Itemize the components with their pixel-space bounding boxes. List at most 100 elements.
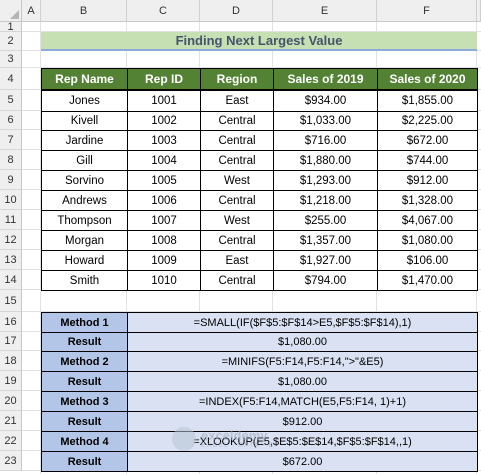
column-header[interactable]: A: [22, 0, 41, 22]
row-header[interactable]: 3: [0, 51, 22, 68]
table-cell[interactable]: 1005: [127, 170, 201, 191]
table-cell[interactable]: 1001: [127, 90, 201, 112]
formula-value[interactable]: =INDEX(F5:F14,MATCH(E5,F5:F14, 1)+1): [127, 391, 478, 412]
table-cell[interactable]: Jones: [41, 90, 128, 112]
row-header[interactable]: 12: [0, 230, 22, 250]
table-cell[interactable]: Jardine: [41, 130, 128, 151]
table-cell[interactable]: Smith: [41, 270, 128, 291]
result-label[interactable]: Result: [41, 411, 128, 432]
table-cell[interactable]: $255.00: [273, 210, 378, 231]
spreadsheet[interactable]: ABCDEF 1 2 3 4 5 6 7 8 9 10 11 12 13 14 15 16 17 18 19 20 21…: [0, 0, 481, 474]
table-header-cell[interactable]: Region: [200, 68, 274, 90]
table-cell[interactable]: 1003: [127, 130, 201, 151]
table-cell[interactable]: Central: [200, 111, 274, 131]
result-label[interactable]: Result: [41, 451, 128, 472]
row-header[interactable]: 13: [0, 250, 22, 270]
table-cell[interactable]: $716.00: [273, 130, 378, 151]
result-value[interactable]: $1,080.00: [127, 332, 478, 352]
table-cell[interactable]: $1,293.00: [273, 170, 378, 191]
table-cell[interactable]: 1002: [127, 111, 201, 131]
table-cell[interactable]: $1,357.00: [273, 230, 378, 251]
table-cell[interactable]: East: [200, 250, 274, 271]
table-cell[interactable]: Sorvino: [41, 170, 128, 191]
table-header-cell[interactable]: Rep ID: [127, 68, 201, 90]
row-header[interactable]: 19: [0, 371, 22, 391]
table-cell[interactable]: 1009: [127, 250, 201, 271]
table-cell[interactable]: $934.00: [273, 90, 378, 112]
row-header[interactable]: 9: [0, 170, 22, 190]
row-header[interactable]: 17: [0, 332, 22, 351]
table-cell[interactable]: $1,328.00: [377, 190, 478, 211]
table-cell[interactable]: Central: [200, 150, 274, 171]
table-cell[interactable]: $912.00: [377, 170, 478, 191]
table-cell[interactable]: West: [200, 210, 274, 231]
row-header[interactable]: 6: [0, 111, 22, 130]
row-header[interactable]: 22: [0, 431, 22, 451]
table-cell[interactable]: $1,855.00: [377, 90, 478, 112]
method-label[interactable]: Method 1: [41, 312, 128, 333]
column-header[interactable]: F: [377, 0, 477, 22]
column-header[interactable]: B: [41, 0, 127, 22]
row-header[interactable]: 10: [0, 190, 22, 210]
result-value[interactable]: $912.00: [127, 411, 478, 432]
method-label[interactable]: Method 4: [41, 431, 128, 452]
result-value[interactable]: $1,080.00: [127, 371, 478, 392]
table-header-cell[interactable]: Sales of 2019: [273, 68, 378, 90]
row-header[interactable]: 18: [0, 351, 22, 371]
table-cell[interactable]: Gill: [41, 150, 128, 171]
table-cell[interactable]: Thompson: [41, 210, 128, 231]
table-cell[interactable]: $106.00: [377, 250, 478, 271]
column-header[interactable]: E: [273, 0, 377, 22]
table-cell[interactable]: Central: [200, 230, 274, 251]
table-cell[interactable]: $1,880.00: [273, 150, 378, 171]
table-cell[interactable]: $794.00: [273, 270, 378, 291]
table-cell[interactable]: $1,470.00: [377, 270, 478, 291]
table-cell[interactable]: $1,033.00: [273, 111, 378, 131]
table-cell[interactable]: Andrews: [41, 190, 128, 211]
formula-value[interactable]: =XLOOKUP(E5,$E$5:$E$14,$F$5:$F$14,,1): [127, 431, 478, 452]
row-header[interactable]: 8: [0, 150, 22, 170]
select-all-corner[interactable]: [0, 0, 22, 22]
table-header-cell[interactable]: Rep Name: [41, 68, 128, 90]
column-header[interactable]: D: [200, 0, 273, 22]
method-label[interactable]: Method 3: [41, 391, 128, 412]
table-cell[interactable]: $4,067.00: [377, 210, 478, 231]
row-header[interactable]: 15: [0, 290, 22, 312]
result-label[interactable]: Result: [41, 332, 128, 352]
row-header[interactable]: 5: [0, 90, 22, 111]
table-cell[interactable]: $672.00: [377, 130, 478, 151]
row-header[interactable]: 23: [0, 451, 22, 471]
table-cell[interactable]: Central: [200, 130, 274, 151]
row-header[interactable]: 21: [0, 411, 22, 431]
table-cell[interactable]: $1,080.00: [377, 230, 478, 251]
table-cell[interactable]: $1,218.00: [273, 190, 378, 211]
row-header[interactable]: 14: [0, 270, 22, 290]
sheet-title[interactable]: Finding Next Largest Value: [41, 32, 477, 51]
table-cell[interactable]: East: [200, 90, 274, 112]
formula-value[interactable]: =MINIFS(F5:F14,F5:F14,">"&E5): [127, 351, 478, 372]
table-cell[interactable]: West: [200, 170, 274, 191]
method-label[interactable]: Method 2: [41, 351, 128, 372]
row-header[interactable]: 16: [0, 312, 22, 332]
row-header[interactable]: 2: [0, 32, 22, 51]
table-header-cell[interactable]: Sales of 2020: [377, 68, 478, 90]
table-cell[interactable]: Kivell: [41, 111, 128, 131]
table-cell[interactable]: 1006: [127, 190, 201, 211]
row-header[interactable]: 4: [0, 68, 22, 90]
table-cell[interactable]: 1008: [127, 230, 201, 251]
table-cell[interactable]: Central: [200, 190, 274, 211]
table-cell[interactable]: 1004: [127, 150, 201, 171]
table-cell[interactable]: 1010: [127, 270, 201, 291]
table-cell[interactable]: Howard: [41, 250, 128, 271]
result-label[interactable]: Result: [41, 371, 128, 392]
formula-value[interactable]: =SMALL(IF($F$5:$F$14>E5,$F$5:$F$14),1): [127, 312, 478, 333]
column-header[interactable]: C: [127, 0, 200, 22]
row-header[interactable]: 20: [0, 391, 22, 411]
table-cell[interactable]: $744.00: [377, 150, 478, 171]
table-cell[interactable]: Morgan: [41, 230, 128, 251]
row-header[interactable]: 1: [0, 21, 22, 33]
table-cell[interactable]: 1007: [127, 210, 201, 231]
table-cell[interactable]: $1,927.00: [273, 250, 378, 271]
table-cell[interactable]: Central: [200, 270, 274, 291]
row-header[interactable]: 11: [0, 210, 22, 230]
